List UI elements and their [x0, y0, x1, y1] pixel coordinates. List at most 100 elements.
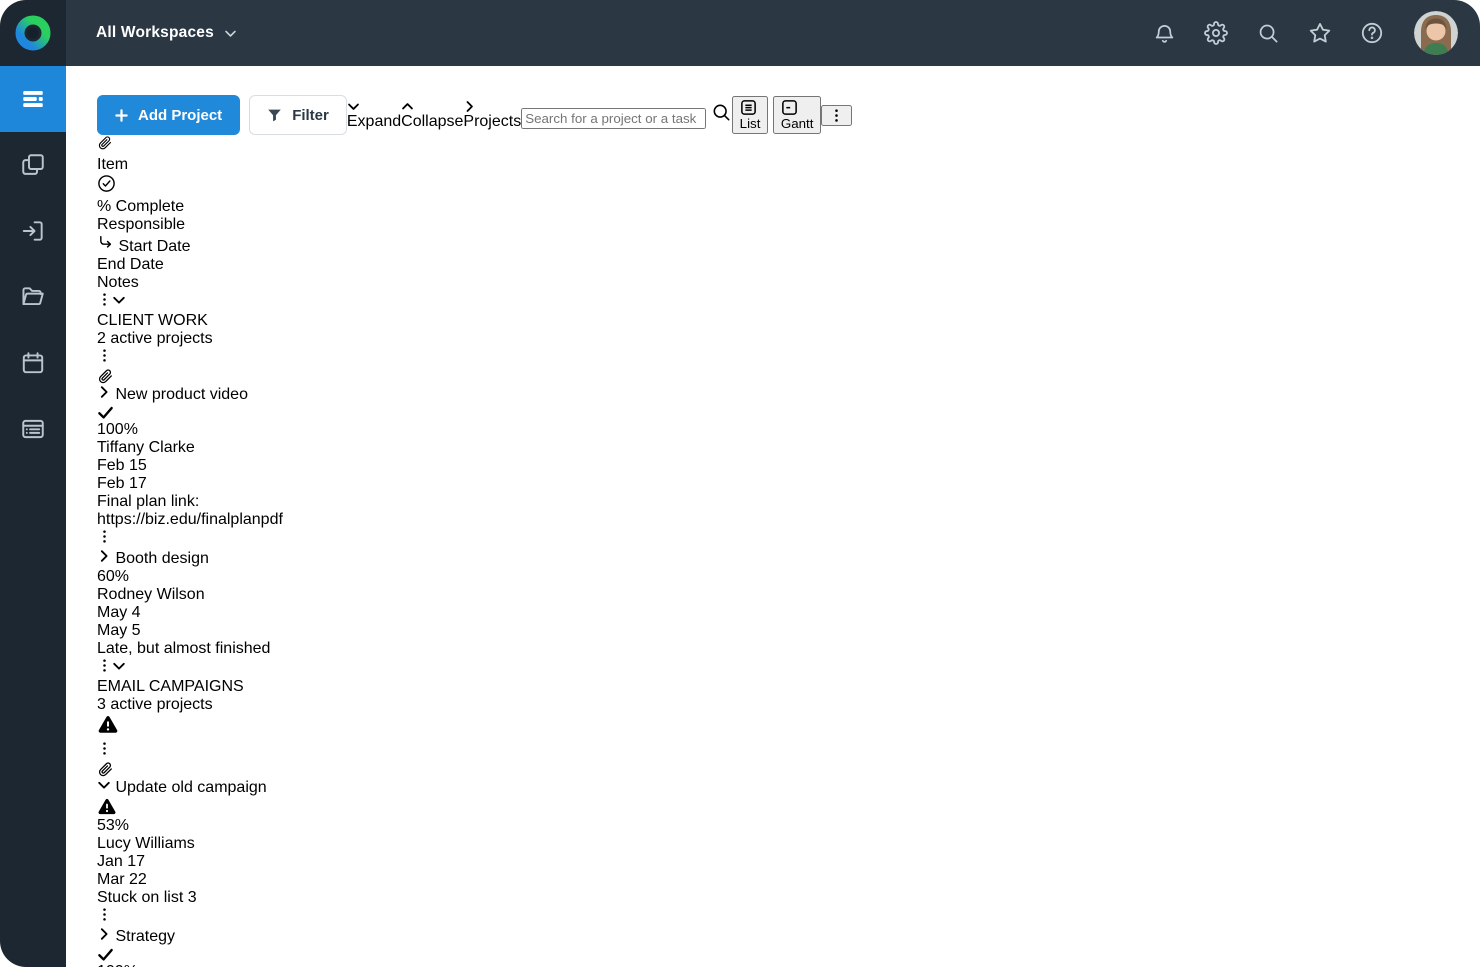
project-row[interactable]: Update old campaign 53% Lucy Williams Ja… — [97, 741, 1465, 907]
header-item: Item — [97, 156, 1465, 174]
app-logo — [0, 0, 66, 66]
topbar: All Workspaces — [66, 0, 1480, 66]
group-menu-button[interactable] — [97, 294, 112, 311]
gantt-view-button[interactable]: Gantt — [773, 96, 822, 134]
avatar-photo — [1414, 11, 1458, 55]
progress-cell: 100% — [97, 963, 1465, 967]
item-name: Update old campaign — [115, 779, 266, 796]
start-date-cell: May 4 — [97, 604, 1465, 622]
group-title: EMAIL CAMPAIGNS — [97, 678, 1465, 696]
workspace-selector[interactable]: All Workspaces — [96, 24, 237, 42]
end-date-cell: Feb 17 — [97, 475, 1465, 493]
group-menu-button[interactable] — [97, 660, 112, 677]
project-row[interactable]: Strategy 100% Amy Ashton Jan 17 Feb 9 — [97, 907, 1465, 967]
chevron-right-icon — [463, 100, 521, 113]
workspace-label: All Workspaces — [96, 24, 214, 42]
note-link[interactable]: https://biz.edu/finalplanpdf — [97, 511, 1465, 529]
group-header: CLIENT WORK2 active projects — [97, 292, 1465, 348]
status-cell — [97, 404, 1465, 421]
paperclip-icon — [97, 761, 1465, 778]
sidebar-item-requests-signin[interactable] — [0, 198, 66, 264]
note-text: Late, but almost finished — [97, 640, 1465, 658]
project-row[interactable]: New product video 100% Tiffany Clarke Fe… — [97, 348, 1465, 529]
collapse-link[interactable]: Collapse — [401, 100, 463, 131]
add-project-label: Add Project — [138, 107, 222, 124]
header-notes: Notes — [97, 274, 1465, 292]
bell-icon[interactable] — [1152, 21, 1176, 45]
progress-cell: 53% — [97, 817, 1465, 835]
group-subtitle: 3 active projects — [97, 696, 1465, 714]
row-menu-button[interactable] — [97, 907, 1465, 927]
start-date-cell: Feb 15 — [97, 457, 1465, 475]
user-avatar[interactable] — [1414, 11, 1458, 55]
row-expand-chevron[interactable] — [97, 550, 111, 567]
filter-button[interactable]: Filter — [249, 95, 347, 135]
end-date-cell: May 5 — [97, 622, 1465, 640]
row-expand-chevron[interactable] — [97, 928, 111, 945]
more-options-button[interactable] — [821, 105, 852, 126]
kebab-icon — [829, 108, 844, 123]
topbar-icons — [1152, 21, 1384, 45]
search-input[interactable] — [521, 108, 706, 129]
project-groups: CLIENT WORK2 active projects New product… — [97, 292, 1465, 967]
responsible-cell: Rodney Wilson — [97, 586, 1465, 604]
list-view-icon — [740, 99, 761, 116]
settings-gear-icon[interactable] — [1204, 21, 1228, 45]
header-complete: % Complete — [97, 198, 1465, 216]
sidebar-item-projects-list[interactable] — [0, 66, 66, 132]
expand-link[interactable]: Expand — [347, 100, 401, 131]
chevron-down-icon — [224, 27, 237, 40]
progress-cell: 100% — [97, 421, 1465, 439]
group-collapse-chevron[interactable] — [112, 660, 126, 677]
sidebar-item-calendar[interactable] — [0, 330, 66, 396]
group-collapse-chevron[interactable] — [112, 294, 126, 311]
reports-table-icon — [20, 416, 46, 442]
sidebar-nav — [0, 66, 66, 462]
project-group-card: EMAIL CAMPAIGNS3 active projects Update … — [97, 658, 1465, 967]
filter-funnel-icon — [267, 108, 282, 123]
toolbar: Add Project Filter Expand Collapse — [97, 95, 1465, 135]
subtask-arrow-icon — [97, 238, 118, 255]
attachment-clip[interactable] — [97, 761, 1465, 778]
group-warning-red-icon — [97, 723, 119, 740]
progress-cell: 60% — [97, 568, 1465, 586]
gantt-view-icon — [781, 99, 814, 116]
row-expand-chevron[interactable] — [97, 779, 111, 796]
projects-link[interactable]: Projects — [463, 100, 521, 131]
search-icon[interactable] — [1256, 21, 1280, 45]
status-cell — [97, 797, 1465, 817]
row-menu-button[interactable] — [97, 741, 1465, 761]
responsible-cell: Tiffany Clarke — [97, 439, 1465, 457]
table-header: Item % Complete Responsible Start Date E… — [97, 135, 1465, 292]
projects-list-icon — [20, 86, 46, 112]
attachment-clip[interactable] — [97, 368, 1465, 385]
boards-layers-icon — [20, 152, 46, 178]
favorites-star-icon[interactable] — [1308, 21, 1332, 45]
row-expand-chevron[interactable] — [97, 386, 111, 403]
attachment-column-icon — [97, 135, 1465, 156]
note-text: Stuck on list 3 — [97, 889, 1465, 907]
chevron-down-icon — [347, 100, 401, 113]
logo-donut-icon — [13, 13, 53, 53]
row-menu-button[interactable] — [97, 529, 1465, 549]
search-icon — [711, 110, 732, 127]
add-project-button[interactable]: Add Project — [97, 95, 240, 135]
warning-amber-icon — [97, 797, 1465, 817]
notes-cell: Final plan link:https://biz.edu/finalpla… — [97, 493, 1465, 529]
list-view-button[interactable]: List — [732, 96, 769, 134]
sidebar-item-boards-layers[interactable] — [0, 132, 66, 198]
app-window: All Workspaces — [0, 0, 1480, 967]
sidebar-item-documents-folder[interactable] — [0, 264, 66, 330]
sidebar-item-reports-table[interactable] — [0, 396, 66, 462]
search-box — [521, 102, 731, 129]
progress-percent: 100% — [97, 421, 138, 438]
chevron-up-icon — [401, 100, 463, 113]
sidebar — [0, 0, 66, 967]
notes-cell: Late, but almost finished — [97, 640, 1465, 658]
help-icon[interactable] — [1360, 21, 1384, 45]
project-row[interactable]: Booth design 60% Rodney Wilson May 4 May… — [97, 529, 1465, 658]
row-menu-button[interactable] — [97, 348, 1465, 368]
view-toggle: List Gantt — [732, 96, 822, 134]
paperclip-icon — [97, 368, 1465, 385]
notes-cell: Stuck on list 3 — [97, 889, 1465, 907]
